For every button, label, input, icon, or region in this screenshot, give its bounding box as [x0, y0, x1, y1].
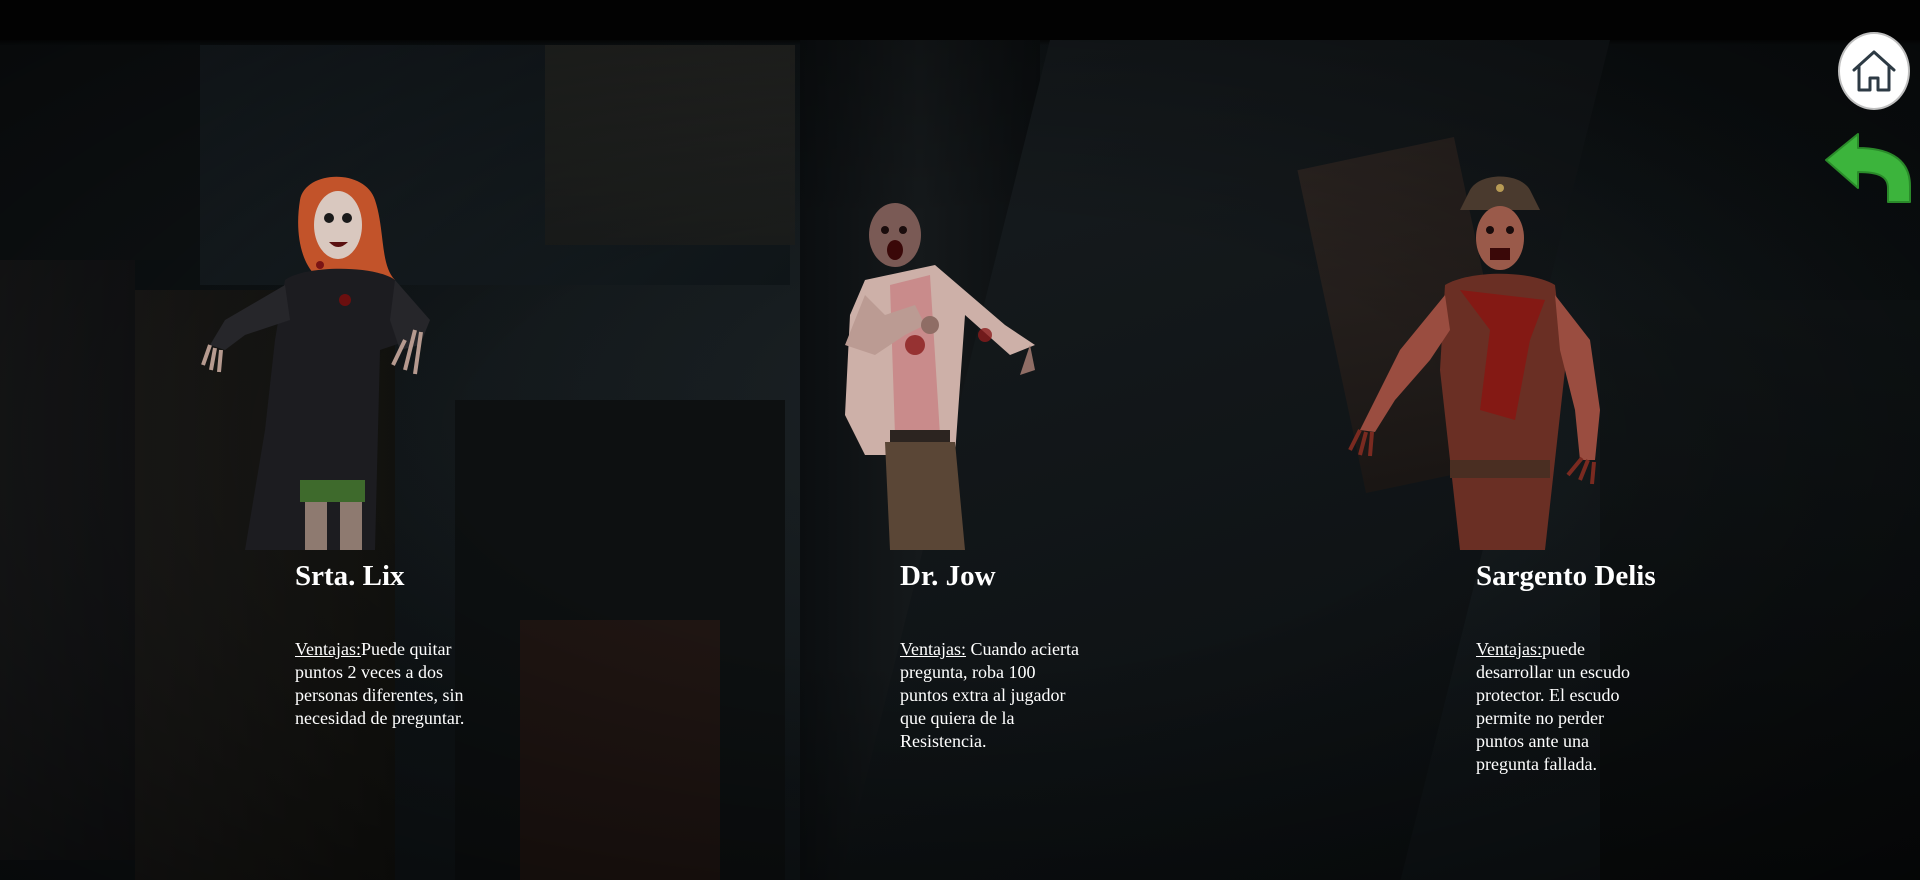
game-screen: Srta. Lix Ventajas:Puede quitar puntos 2…	[0, 0, 1920, 880]
advantages-label: Ventajas:	[295, 639, 361, 659]
character-name: Dr. Jow	[900, 560, 996, 592]
back-button[interactable]	[1822, 130, 1914, 206]
advantages-text: puede desarrollar un escudo protector. E…	[1476, 639, 1630, 774]
back-arrow-icon	[1825, 133, 1911, 203]
character-description: Ventajas:puede desarrollar un escudo pro…	[1476, 638, 1656, 776]
top-bar	[0, 0, 1920, 40]
advantages-label: Ventajas:	[1476, 639, 1542, 659]
zombie-jow-portrait	[845, 203, 1035, 550]
home-button[interactable]	[1838, 32, 1910, 110]
home-icon	[1852, 50, 1896, 92]
character-description: Ventajas: Cuando acierta pregunta, roba …	[900, 638, 1085, 753]
zombie-delis-portrait	[1348, 176, 1600, 550]
character-name: Srta. Lix	[295, 560, 405, 592]
character-name: Sargento Delis	[1476, 560, 1656, 592]
character-description: Ventajas:Puede quitar puntos 2 veces a d…	[295, 638, 495, 730]
advantages-label: Ventajas:	[900, 639, 966, 659]
zombie-lix-portrait	[201, 176, 430, 550]
